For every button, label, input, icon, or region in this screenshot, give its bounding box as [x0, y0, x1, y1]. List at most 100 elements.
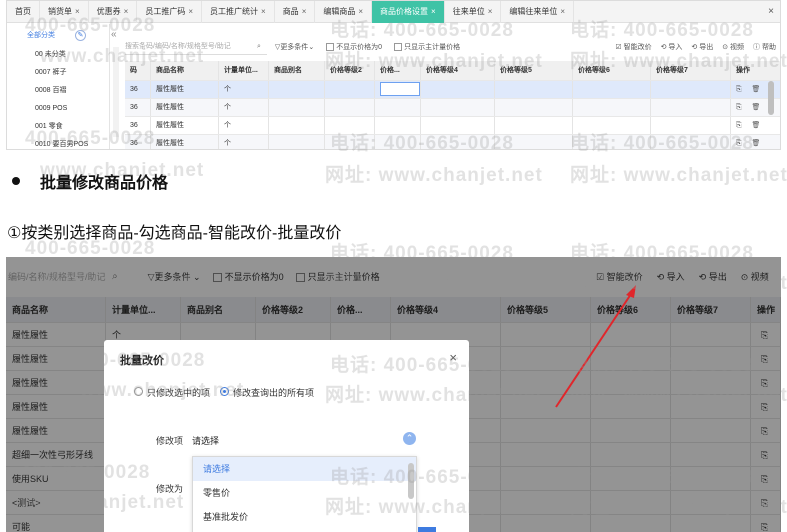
dropdown-option[interactable]: 请选择 [193, 457, 416, 481]
table-cell: 履性履性 [151, 117, 219, 134]
search-icon[interactable]: ⌕ [257, 43, 261, 51]
column-header[interactable]: 商品名称 [151, 61, 219, 80]
row-actions[interactable]: ⎘ 🗑 [731, 135, 780, 149]
tree-item[interactable]: 0010 要百男POS [7, 136, 109, 149]
table-cell[interactable] [495, 117, 573, 134]
table-cell [269, 81, 325, 98]
table-cell[interactable] [573, 117, 651, 134]
table-cell[interactable] [573, 135, 651, 149]
table-cell[interactable] [325, 81, 375, 98]
chevron-down-icon[interactable]: ⌃ [403, 432, 416, 445]
tree-item[interactable]: 0009 POS [7, 100, 109, 118]
video-button[interactable]: ⊙ 视频 [722, 42, 744, 52]
column-header[interactable]: 价格等级7 [651, 61, 731, 80]
tab-close-icon[interactable]: × [431, 7, 436, 16]
table-cell: 个 [219, 117, 269, 134]
tab-close-icon[interactable]: × [75, 7, 80, 16]
price-edit-input[interactable] [380, 82, 420, 96]
tab-close-icon[interactable]: × [261, 7, 266, 16]
column-header[interactable]: 价格等级5 [495, 61, 573, 80]
all-categories-item[interactable]: 全部分类 [27, 30, 55, 40]
table-cell: 个 [219, 99, 269, 116]
close-icon[interactable]: × [449, 350, 457, 365]
video-label: 视频 [730, 44, 745, 51]
tab-close-icon[interactable]: × [358, 7, 363, 16]
dropdown-scrollbar[interactable] [408, 463, 414, 499]
radio-selected-items[interactable]: 只修改选中的项 [134, 386, 210, 399]
collapse-tree-button[interactable]: « [111, 29, 123, 43]
table-row[interactable]: 36 履性履性个 ⎘ 🗑 [125, 117, 780, 135]
tab-close-icon[interactable]: × [124, 7, 129, 16]
table-cell[interactable] [375, 81, 421, 98]
export-button[interactable]: ⟲ 导出 [691, 42, 713, 52]
table-cell[interactable] [421, 135, 495, 149]
column-header[interactable]: 码 [125, 61, 151, 80]
table-cell[interactable] [573, 81, 651, 98]
tab-6[interactable]: 编辑商品 × [315, 1, 373, 23]
radio-all-items[interactable]: 修改查询出的所有项 [220, 386, 314, 399]
tree-item[interactable]: 001 零食 [7, 118, 109, 136]
tab-1[interactable]: 销货单 × [40, 1, 89, 23]
table-cell[interactable] [573, 99, 651, 116]
table-cell[interactable] [421, 99, 495, 116]
table-cell[interactable] [495, 81, 573, 98]
table-row[interactable]: 36 履性履性个 ⎘ 🗑 [125, 99, 780, 117]
row-actions[interactable]: ⎘ 🗑 [731, 117, 780, 134]
main-unit-only-checkbox[interactable]: 只显示主计量价格 [394, 42, 460, 52]
tab-9[interactable]: 编辑往来单位 × [501, 1, 575, 23]
tab-4[interactable]: 员工推广统计 × [202, 1, 275, 23]
import-button[interactable]: ⟲ 导入 [661, 42, 683, 52]
column-header[interactable]: 价格... [375, 61, 421, 80]
confirm-button[interactable] [418, 527, 436, 532]
tab-2[interactable]: 优惠券 × [89, 1, 138, 23]
tree-item[interactable]: 0007 裤子 [7, 64, 109, 82]
tab-close-icon[interactable]: × [560, 7, 565, 16]
tree-item[interactable]: 0008 百褶 [7, 82, 109, 100]
help-button[interactable]: ⓘ 帮助 [753, 42, 776, 52]
table-cell[interactable] [421, 117, 495, 134]
table-cell[interactable] [325, 117, 375, 134]
column-header[interactable]: 操作 [731, 61, 780, 80]
tab-close-icon[interactable]: × [188, 7, 193, 16]
table-cell[interactable] [421, 81, 495, 98]
tab-label: 首页 [15, 7, 31, 16]
more-conditions-button[interactable]: ▽更多条件⌄ [275, 42, 314, 52]
table-row[interactable]: 36 履性履性个 ⎘ 🗑 [125, 81, 780, 99]
smart-price-button[interactable]: ☑ 智能改价 [615, 42, 651, 52]
column-header[interactable]: 价格等级6 [573, 61, 651, 80]
tab-close-icon[interactable]: × [488, 7, 493, 16]
column-header[interactable]: 价格等级2 [325, 61, 375, 80]
table-cell[interactable] [651, 135, 731, 149]
table-cell[interactable] [375, 135, 421, 149]
table-cell[interactable] [651, 99, 731, 116]
close-all-tabs-button[interactable]: × [768, 6, 774, 17]
column-header[interactable]: 商品别名 [269, 61, 325, 80]
bullet-dot [12, 177, 20, 185]
table-cell[interactable] [325, 135, 375, 149]
tab-7[interactable]: 商品价格设置 × [372, 1, 445, 23]
tab-0[interactable]: 首页 [7, 1, 40, 23]
table-cell[interactable] [325, 99, 375, 116]
edit-category-icon[interactable]: ✎ [75, 29, 86, 41]
table-cell[interactable] [495, 99, 573, 116]
dropdown-option[interactable]: 基准批发价 [193, 505, 416, 529]
table-cell[interactable] [495, 135, 573, 149]
hide-zero-price-checkbox[interactable]: 不显示价格为0 [326, 42, 382, 52]
tab-5[interactable]: 商品 × [275, 1, 316, 23]
tab-close-icon[interactable]: × [302, 7, 307, 16]
dropdown-option[interactable]: 零售价 [193, 481, 416, 505]
tree-item[interactable]: 00 未分类 [7, 46, 109, 64]
tab-8[interactable]: 往来单位 × [445, 1, 502, 23]
table-cell[interactable] [375, 117, 421, 134]
tab-3[interactable]: 员工推广码 × [137, 1, 203, 23]
table-cell[interactable] [375, 99, 421, 116]
table-cell[interactable] [651, 81, 731, 98]
table-row[interactable]: 36 履性履性个 ⎘ 🗑 [125, 135, 780, 149]
field-select[interactable]: 请选择 [192, 434, 219, 447]
tree-scrollbar[interactable] [113, 47, 119, 137]
search-input[interactable]: 搜索条码/编码/名称/规格型号/助记 [125, 39, 267, 55]
table-scrollbar[interactable] [768, 81, 774, 115]
column-header[interactable]: 价格等级4 [421, 61, 495, 80]
table-cell[interactable] [651, 117, 731, 134]
column-header[interactable]: 计量单位... [219, 61, 269, 80]
